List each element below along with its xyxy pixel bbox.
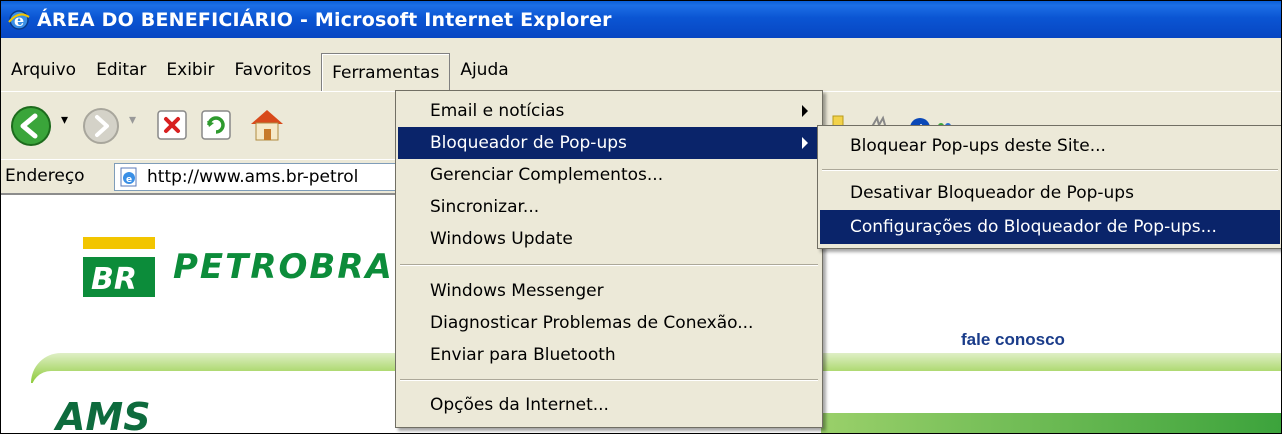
menu-arquivo[interactable]: Arquivo [1,53,86,87]
menu-item-windows-update[interactable]: Windows Update [398,223,820,255]
menu-item-label: Bloqueador de Pop-ups [430,133,627,153]
menu-item-diagnose[interactable]: Diagnosticar Problemas de Conexão... [398,307,820,339]
address-input[interactable]: e http://www.ams.br-petrol [114,163,416,191]
menu-item-label: Windows Update [430,229,573,249]
menu-item-label: Enviar para Bluetooth [430,345,616,365]
menu-editar[interactable]: Editar [86,53,156,87]
menu-item-windows-messenger[interactable]: Windows Messenger [398,275,820,307]
menu-item-label: Diagnosticar Problemas de Conexão... [430,313,754,333]
brand-name: PETROBRA [173,247,394,287]
menu-item-internet-options[interactable]: Opções da Internet... [398,389,820,421]
menu-exibir[interactable]: Exibir [156,53,224,87]
br-logo: BR [83,237,155,297]
menu-item-label: Sincronizar... [430,197,540,217]
menu-ajuda[interactable]: Ajuda [450,53,518,87]
menu-item-label: Email e notícias [430,101,565,121]
submenu-item-settings[interactable]: Configurações do Bloqueador de Pop-ups..… [820,210,1280,244]
menu-item-label: Gerenciar Complementos... [430,165,664,185]
menu-item-label: Opções da Internet... [430,395,609,415]
stop-icon[interactable] [155,108,189,142]
page-icon: e [120,167,137,187]
browser-window: e ÁREA DO BENEFICIÁRIO - Microsoft Inter… [0,0,1282,434]
submenu-item-label: Desativar Bloqueador de Pop-ups [850,183,1134,203]
menu-separator [400,264,818,266]
ams-title: AMS [56,395,151,434]
menu-item-synchronize[interactable]: Sincronizar... [398,191,820,223]
tools-menu: Email e notícias Bloqueador de Pop-ups G… [395,90,823,428]
menu-item-manage-addons[interactable]: Gerenciar Complementos... [398,159,820,191]
back-icon[interactable] [9,104,53,148]
forward-dropdown-icon[interactable]: ▾ [129,112,136,128]
forward-icon[interactable] [81,106,121,146]
menu-favoritos[interactable]: Favoritos [224,53,321,87]
menu-item-label: Windows Messenger [430,281,604,301]
logo-text: BR [91,262,137,297]
popup-blocker-submenu: Bloquear Pop-ups deste Site... Desativar… [817,125,1281,249]
submenu-item-label: Bloquear Pop-ups deste Site... [850,136,1106,156]
ie-logo-icon: e [8,9,30,30]
address-url: http://www.ams.br-petrol [147,167,359,187]
menu-item-bluetooth[interactable]: Enviar para Bluetooth [398,339,820,371]
menu-bar: Arquivo Editar Exibir Favoritos Ferramen… [1,49,1281,92]
home-icon[interactable] [245,102,289,146]
submenu-item-block-site[interactable]: Bloquear Pop-ups deste Site... [820,129,1280,163]
window-title: ÁREA DO BENEFICIÁRIO - Microsoft Interne… [37,8,612,31]
menu-ferramentas[interactable]: Ferramentas [321,52,451,92]
submenu-item-disable[interactable]: Desativar Bloqueador de Pop-ups [820,176,1280,210]
menu-item-popup-blocker[interactable]: Bloqueador de Pop-ups [398,127,820,159]
submenu-separator [822,169,1278,171]
menu-item-email[interactable]: Email e notícias [398,95,820,127]
contact-link[interactable]: fale conosco [961,330,1065,350]
menu-separator [400,379,818,381]
submenu-arrow-icon [802,137,808,149]
submenu-item-label: Configurações do Bloqueador de Pop-ups..… [850,217,1217,237]
svg-text:e: e [126,175,132,185]
address-label: Endereço [5,166,85,186]
back-dropdown-icon[interactable]: ▾ [61,112,68,128]
refresh-icon[interactable] [199,108,233,142]
title-bar[interactable]: e ÁREA DO BENEFICIÁRIO - Microsoft Inter… [1,1,1281,38]
submenu-arrow-icon [802,105,808,117]
green-banner [821,413,1281,433]
